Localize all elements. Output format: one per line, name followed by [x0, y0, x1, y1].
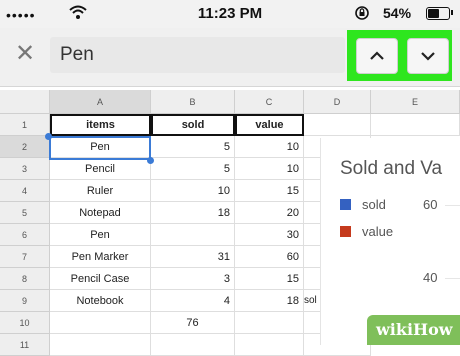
- table-cell[interactable]: [50, 334, 151, 356]
- watermark-logo: wikiHow: [376, 320, 453, 339]
- selection-handle-top[interactable]: [45, 133, 52, 140]
- table-cell[interactable]: [50, 312, 151, 334]
- table-cell[interactable]: 5: [151, 158, 235, 180]
- column-header-d[interactable]: D: [304, 90, 371, 114]
- row-header[interactable]: 11: [0, 334, 50, 356]
- table-cell[interactable]: [235, 334, 304, 356]
- table-cell[interactable]: 10: [235, 136, 304, 158]
- table-cell[interactable]: Pencil: [50, 158, 151, 180]
- chevron-down-icon: [421, 52, 435, 61]
- row-header[interactable]: 2: [0, 136, 50, 158]
- table-cell[interactable]: [151, 224, 235, 246]
- table-cell[interactable]: Notepad: [50, 202, 151, 224]
- row-header[interactable]: 1: [0, 114, 50, 136]
- row-header[interactable]: 4: [0, 180, 50, 202]
- table-cell[interactable]: Ruler: [50, 180, 151, 202]
- table-cell[interactable]: [151, 334, 235, 356]
- table-cell[interactable]: 31: [151, 246, 235, 268]
- table-cell[interactable]: [235, 312, 304, 334]
- table-cell[interactable]: 20: [235, 202, 304, 224]
- table-cell[interactable]: 5: [151, 136, 235, 158]
- table-cell[interactable]: Pen: [50, 224, 151, 246]
- table-cell[interactable]: 60: [235, 246, 304, 268]
- battery-tip: [451, 10, 453, 15]
- search-query[interactable]: Pen: [60, 44, 94, 66]
- column-header-c[interactable]: C: [235, 90, 304, 114]
- row-header[interactable]: 6: [0, 224, 50, 246]
- row-header[interactable]: 10: [0, 312, 50, 334]
- row-header[interactable]: 8: [0, 268, 50, 290]
- table-cell[interactable]: 15: [235, 180, 304, 202]
- find-previous-button[interactable]: [356, 38, 398, 74]
- table-cell[interactable]: 18: [235, 290, 304, 312]
- legend-label-sold: sold: [362, 197, 386, 212]
- find-next-button[interactable]: [407, 38, 449, 74]
- header-cell[interactable]: sold: [151, 114, 235, 136]
- table-cell[interactable]: 15: [235, 268, 304, 290]
- table-cell[interactable]: Pen Marker: [50, 246, 151, 268]
- select-all-corner[interactable]: [0, 90, 50, 114]
- table-cell[interactable]: Notebook: [50, 290, 151, 312]
- table-cell[interactable]: 10: [235, 158, 304, 180]
- table-cell[interactable]: 4: [151, 290, 235, 312]
- selected-cell[interactable]: [49, 136, 151, 160]
- table-cell[interactable]: 18: [151, 202, 235, 224]
- chart-title: Sold and Va: [340, 158, 443, 179]
- battery-icon: [426, 7, 450, 20]
- column-header-e[interactable]: E: [371, 90, 460, 114]
- legend-swatch-sold: [340, 199, 351, 210]
- y-tick-40: 40: [423, 270, 438, 285]
- column-header-b[interactable]: B: [151, 90, 235, 114]
- row-header[interactable]: 7: [0, 246, 50, 268]
- search-input[interactable]: [50, 37, 345, 73]
- chevron-up-icon: [370, 51, 384, 60]
- close-icon[interactable]: ✕: [14, 42, 36, 66]
- table-cell[interactable]: 3: [151, 268, 235, 290]
- table-cell[interactable]: 10: [151, 180, 235, 202]
- header-cell[interactable]: items: [50, 114, 151, 136]
- row-header[interactable]: 3: [0, 158, 50, 180]
- header-cell[interactable]: [304, 114, 371, 136]
- table-cell[interactable]: 76: [151, 312, 235, 334]
- gridline-40: [445, 278, 460, 279]
- header-cell[interactable]: value: [235, 114, 304, 136]
- rotation-lock-icon: [355, 6, 369, 20]
- row-header[interactable]: 9: [0, 290, 50, 312]
- y-tick-60: 60: [423, 197, 438, 212]
- battery-percent: 54%: [383, 5, 412, 21]
- column-header-a[interactable]: A: [50, 90, 151, 114]
- selection-handle-bottom[interactable]: [147, 157, 154, 164]
- gridline-60: [445, 205, 460, 206]
- legend-label-value: value: [362, 224, 394, 239]
- table-cell[interactable]: 30: [235, 224, 304, 246]
- legend-swatch-value: [340, 226, 351, 237]
- cell-d9[interactable]: sol: [304, 290, 320, 312]
- row-header[interactable]: 5: [0, 202, 50, 224]
- table-cell[interactable]: Pencil Case: [50, 268, 151, 290]
- battery-fill: [428, 9, 439, 18]
- header-cell[interactable]: [371, 114, 460, 136]
